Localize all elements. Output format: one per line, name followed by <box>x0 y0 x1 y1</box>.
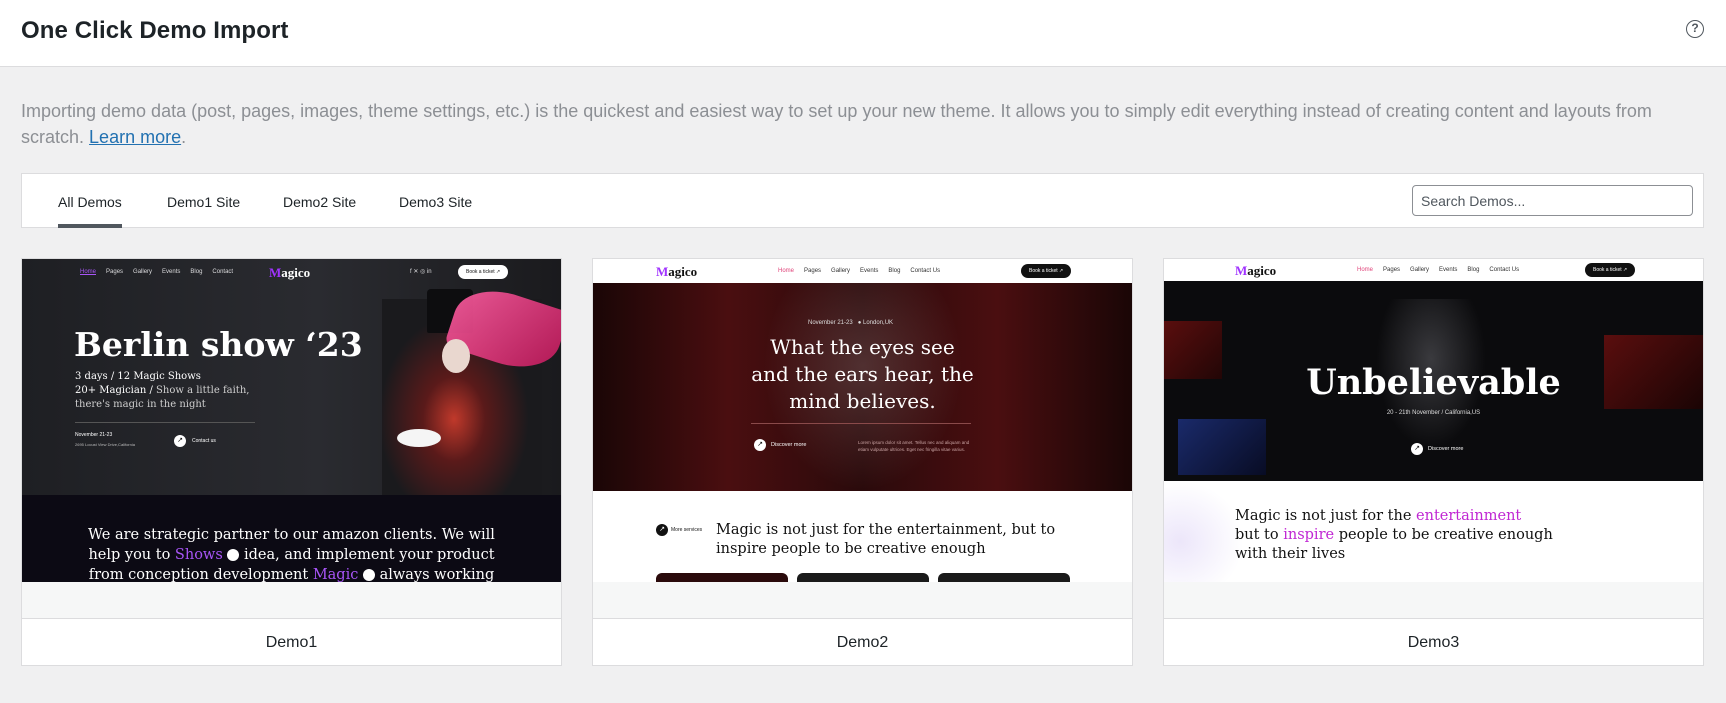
demo2-services-icon: ↗ <box>656 524 668 536</box>
demo3-preview: Magico Home Pages Gallery Events Blog Co… <box>1164 259 1703 582</box>
demo2-meta-location: London,UK <box>863 320 894 326</box>
demo1-line3: there's magic in the night <box>75 399 206 410</box>
demo3-name[interactable]: Demo3 <box>1164 618 1703 665</box>
demo2-ticket-button: Book a ticket ↗ <box>1021 264 1072 278</box>
demo1-about-line1: We are strategic partner to our amazon c… <box>88 527 495 543</box>
intro-description: Importing demo data (post, pages, images… <box>21 101 1652 147</box>
demo2-meta-date: November 21-23 <box>808 320 853 326</box>
demo1-nav-pages: Pages <box>106 269 124 275</box>
demo2-nav-gallery: Gallery <box>831 268 851 274</box>
tab-demo1-site[interactable]: Demo1 Site <box>167 194 240 228</box>
demo3-nav-gallery: Gallery <box>1410 267 1430 273</box>
demo1-date: November 21-23 <box>75 432 113 438</box>
tab-demo2-site[interactable]: Demo2 Site <box>283 194 356 228</box>
demo1-shows-badge-icon <box>227 549 240 561</box>
demo1-arrow-icon: ↗ <box>174 435 186 447</box>
demo2-card-thumb-3 <box>938 573 1070 582</box>
demo3-nav-contact: Contact Us <box>1489 267 1520 273</box>
demo2-headline: What the eyes see and the ears hear, the… <box>593 334 1132 415</box>
demo1-nav-home: Home <box>80 269 97 275</box>
demo1-logo: Magico <box>269 265 311 280</box>
demo2-card-thumb-2 <box>797 573 929 582</box>
demo1-nav-gallery: Gallery <box>133 269 153 275</box>
demo1-preview: Home Pages Gallery Events Blog Contact M… <box>22 259 561 582</box>
tab-demo3-site[interactable]: Demo3 Site <box>399 194 472 228</box>
demo1-magic-badge-icon <box>362 569 375 581</box>
demo2-nav-home: Home <box>778 268 795 274</box>
demo1-headline: Berlin show ‘23 <box>74 325 363 364</box>
demo2-card-thumb-1 <box>656 573 788 582</box>
demo2-divider <box>751 423 971 424</box>
demo1-face <box>442 339 470 373</box>
demo3-discover: Discover more <box>1428 446 1464 452</box>
demo1-nav-contact: Contact <box>212 269 234 275</box>
top-bar: One Click Demo Import ? <box>0 0 1726 67</box>
intro-text: Importing demo data (post, pages, images… <box>21 98 1701 150</box>
demo3-glow <box>1164 481 1244 582</box>
demo1-line2: 20+ Magician / Show a little faith, <box>75 385 250 396</box>
demo1-dove <box>397 429 441 447</box>
demo1-name[interactable]: Demo1 <box>22 618 561 665</box>
demo1-divider <box>75 422 255 423</box>
demo2-services-label: More services <box>671 527 703 533</box>
demo2-nav-events: Events <box>860 268 879 274</box>
learn-more-link[interactable]: Learn more <box>89 127 181 147</box>
question-circle-icon[interactable]: ? <box>1686 20 1704 38</box>
demo1-ticket-button: Book a ticket ↗ <box>458 265 509 279</box>
demo3-ticket-button: Book a ticket ↗ <box>1585 263 1636 277</box>
demo3-body-text: Magic is not just for the entertainment … <box>1235 508 1553 562</box>
demo3-nav-events: Events <box>1439 267 1458 273</box>
demo3-arrow-icon: ↗ <box>1411 443 1423 455</box>
demo1-about-text: We are strategic partner to our amazon c… <box>22 525 561 582</box>
demo3-nav-pages: Pages <box>1383 267 1401 273</box>
demo1-social-icons: f ✕ ◎ in <box>410 269 432 275</box>
demo1-hero-lines: 3 days / 12 Magic Shows 20+ Magician / S… <box>75 370 249 412</box>
demo3-nav-blog: Blog <box>1467 267 1480 273</box>
demo1-nav-blog: Blog <box>190 269 203 275</box>
demo2-headline-line1: What the eyes see <box>770 335 955 359</box>
demo2-name[interactable]: Demo2 <box>593 618 1132 665</box>
demo1-contact: Contact us <box>192 438 216 444</box>
demo2-nav-pages: Pages <box>804 268 822 274</box>
search-demos-input[interactable] <box>1412 185 1693 216</box>
demo1-nav-events: Events <box>162 269 181 275</box>
demo-filter-bar: All Demos Demo1 Site Demo2 Site Demo3 Si… <box>21 173 1704 228</box>
tab-all-demos[interactable]: All Demos <box>58 194 122 228</box>
demo3-subtitle: 20 - 21th November / California,US <box>1386 410 1481 416</box>
demo1-about-line3: from conception development Magic always… <box>88 567 495 582</box>
demo2-discover: Discover more <box>771 442 807 448</box>
demo2-description: Lorem ipsum dolor sit amet. Tellus nec a… <box>858 440 970 452</box>
demo3-headline: Unbelievable <box>1306 362 1561 403</box>
demo2-arrow-icon: ↗ <box>754 439 766 451</box>
demo2-headline-line2: and the ears hear, the <box>751 362 974 386</box>
demo-card-demo2[interactable]: Magico Home Pages Gallery Events Blog Co… <box>592 258 1133 666</box>
demo1-about-line2: help you to Shows idea, and implement yo… <box>88 547 495 563</box>
demo2-headline-line3: mind believes. <box>789 389 936 413</box>
demo2-preview: Magico Home Pages Gallery Events Blog Co… <box>593 259 1132 582</box>
demo2-meta: November 21-23 ● London,UK <box>808 320 894 326</box>
demo2-nav-contact: Contact Us <box>910 268 941 274</box>
demo2-body-text: Magic is not just for the entertainment,… <box>716 522 1056 557</box>
demo1-address: 2695 Locust View Drive,California <box>75 442 135 447</box>
demo2-nav-blog: Blog <box>888 268 901 274</box>
demo3-photo-left-bottom <box>1178 419 1266 475</box>
intro-period: . <box>181 127 187 147</box>
demo3-nav-home: Home <box>1357 267 1374 273</box>
demo1-line1: 3 days / 12 Magic Shows <box>75 371 201 382</box>
demo-card-demo3[interactable]: Magico Home Pages Gallery Events Blog Co… <box>1163 258 1704 666</box>
page-title: One Click Demo Import <box>21 17 289 44</box>
demo-card-demo1[interactable]: Home Pages Gallery Events Blog Contact M… <box>21 258 562 666</box>
